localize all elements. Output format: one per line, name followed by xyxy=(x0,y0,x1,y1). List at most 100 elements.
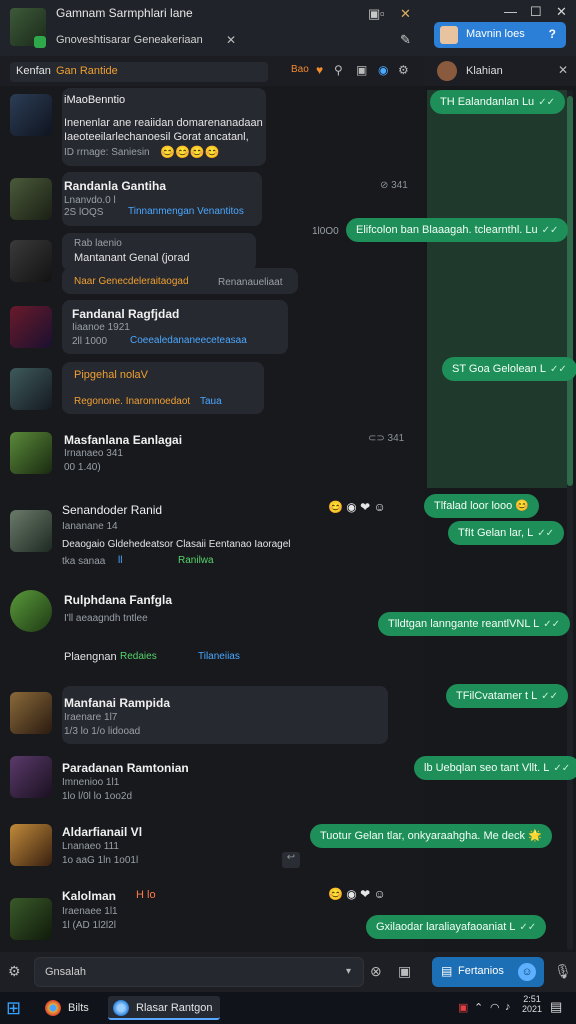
minimize-button[interactable]: — xyxy=(504,4,517,19)
taskbar-app[interactable]: Bilts xyxy=(40,996,104,1020)
maximize-button[interactable]: ☐ xyxy=(530,4,542,20)
outgoing-message[interactable]: TH Ealandanlan Lu ✓✓ xyxy=(430,90,565,114)
message-side-info: ⊘ 341 xyxy=(380,180,408,191)
user-avatar xyxy=(440,26,458,44)
outgoing-message[interactable]: Elifcolon ban Blaaagah. tclearnthl. Lu ✓✓ xyxy=(346,218,569,242)
avatar[interactable] xyxy=(10,590,52,632)
message-author: Senandoder Ranid xyxy=(62,503,163,517)
message-input[interactable]: Gnsalah ▾ xyxy=(34,957,364,987)
close-button[interactable]: ✕ xyxy=(556,4,567,20)
channel-toolbar: Kenfan Gan Rantide Bao ♥ ⚲ ▣ ◉ ⚙ xyxy=(0,56,424,86)
notifications-icon[interactable]: ▤ xyxy=(550,999,562,1015)
chevron-down-icon[interactable]: ▾ xyxy=(346,966,351,977)
avatar[interactable] xyxy=(10,306,52,348)
user-name: Mavnin loes xyxy=(466,28,525,40)
bubble-text: ST Goa Gelolean L xyxy=(452,363,546,375)
message-meta: Iraenare 1l7 xyxy=(64,712,118,723)
emoji-icon[interactable]: ☺ xyxy=(518,963,536,981)
outgoing-message[interactable]: Gxilaodar laraliayafaoaniat L ✓✓ xyxy=(366,915,547,939)
network-icon[interactable]: ⌃ xyxy=(474,1001,483,1014)
pin-icon[interactable]: ⚲ xyxy=(334,63,343,77)
message-link[interactable]: Tilaneiias xyxy=(198,651,240,662)
message-link[interactable]: Coeealedananeeceteasaa xyxy=(130,335,247,346)
lock-icon[interactable]: ▫ xyxy=(380,6,385,21)
message-link[interactable]: Tinnanmengan Venantitos xyxy=(128,206,244,217)
bubble-text: TH Ealandanlan Lu xyxy=(440,96,535,108)
channel-badge: Bao xyxy=(291,64,309,75)
message-author: Masfanlana Eanlagai xyxy=(64,433,183,447)
highlight-column xyxy=(427,90,567,488)
reactions[interactable]: 😊 ◉ ❤ ☺ xyxy=(328,887,386,901)
message-meta: 1lo l/0l lo 1oo2d xyxy=(62,791,133,802)
online-badge xyxy=(34,36,46,48)
avatar[interactable] xyxy=(10,756,52,798)
message-meta: 2S lOQS xyxy=(64,207,104,218)
message-tags: H lo xyxy=(136,889,156,901)
refresh-icon[interactable]: ◉ xyxy=(378,63,388,77)
channel-tab[interactable]: Kenfan Gan Rantide xyxy=(10,62,268,82)
message-author: Rulphdana Fanfgla xyxy=(64,593,172,607)
avatar[interactable] xyxy=(10,368,52,410)
send-button[interactable]: ▤ Fertanios ☺ xyxy=(432,957,544,987)
message-text: Mantanant Genal (jorad xyxy=(74,252,190,264)
avatar[interactable] xyxy=(10,692,52,734)
avatar[interactable] xyxy=(10,510,52,552)
avatar[interactable] xyxy=(10,94,52,136)
close-panel-icon[interactable]: ✕ xyxy=(558,63,568,77)
window-subtitle: Gnoveshtisarar Geneakeriaan xyxy=(56,34,203,46)
message-highlight: Regonone. Inaronnoedaot xyxy=(74,396,191,407)
windows-start-icon[interactable]: ⊞ xyxy=(6,998,26,1018)
read-receipt-icon: ✓✓ xyxy=(537,528,554,539)
message-link[interactable]: Taua xyxy=(200,396,222,407)
bubble-text: Gxilaodar laraliayafaoaniat L xyxy=(376,921,516,933)
wifi-icon[interactable]: ◠ xyxy=(490,1001,500,1014)
image-icon[interactable]: ▣ xyxy=(398,963,411,980)
message-author: Fandanal Ragfjdad xyxy=(72,307,180,321)
clock-time: 2:51 xyxy=(523,994,541,1004)
taskbar-app[interactable]: Rlasar Rantgon xyxy=(108,996,220,1020)
volume-icon[interactable]: ♪ xyxy=(505,1001,511,1013)
microphone-icon[interactable]: 🎙 xyxy=(554,963,572,980)
message-author: Kalolman xyxy=(62,889,117,903)
settings-icon[interactable]: ⚙ xyxy=(398,63,409,77)
system-clock[interactable]: 2:51 2021 xyxy=(520,994,544,1014)
avatar[interactable] xyxy=(10,240,52,282)
outgoing-message[interactable]: Tuotur Gelan tlar, onkyaraahgha. Me deck… xyxy=(310,824,552,848)
heart-icon[interactable]: ♥ xyxy=(316,63,323,77)
outgoing-message[interactable]: TfIt Gelan lar, L ✓✓ xyxy=(448,521,564,545)
outgoing-message[interactable]: Tlldtgan lanngante reantlVNL L ✓✓ xyxy=(378,612,571,636)
read-receipt-icon: ✓✓ xyxy=(543,619,561,630)
avatar[interactable] xyxy=(10,432,52,474)
message-meta: Lnanaeo 111 xyxy=(62,841,119,852)
avatar[interactable] xyxy=(10,178,52,220)
read-receipt-icon: ✓✓ xyxy=(553,763,571,774)
help-icon[interactable]: ? xyxy=(549,27,556,41)
outgoing-message[interactable]: ST Goa Gelolean L ✓✓ xyxy=(442,357,576,381)
outgoing-message[interactable]: TFilCvatamer t L ✓✓ xyxy=(446,684,569,708)
message-author: Aldarfianail Vl xyxy=(62,825,143,839)
reply-icon[interactable]: ↩ xyxy=(282,852,300,868)
attach-icon[interactable]: ⊗ xyxy=(370,963,382,980)
image-icon[interactable]: ▣ xyxy=(356,63,367,77)
message-link[interactable]: ll xyxy=(118,555,122,566)
bubble-text: lb Uebqlan seo tant Vllt. L xyxy=(424,762,550,774)
bubble-text: TFilCvatamer t L xyxy=(456,690,538,702)
scrollbar-thumb[interactable] xyxy=(567,96,573,486)
read-receipt-icon: ✓✓ xyxy=(541,225,559,236)
contact-name: Klahian xyxy=(466,65,503,77)
reactions[interactable]: 😊😊😊😊 xyxy=(160,145,220,159)
tools-icon[interactable]: ✕ xyxy=(400,6,411,22)
tray-alert-icon[interactable]: ▣ xyxy=(458,1001,468,1014)
emoji-icon[interactable]: ⚙ xyxy=(8,963,21,980)
outgoing-message[interactable]: lb Uebqlan seo tant Vllt. L ✓✓ xyxy=(414,756,576,780)
avatar[interactable] xyxy=(10,824,52,866)
reactions[interactable]: 😊 ◉ ❤ ☺ xyxy=(328,500,386,514)
pin-icon[interactable]: ✎ xyxy=(400,32,411,48)
message-meta: ID rrnage: Saniesin xyxy=(64,147,150,158)
title-bar: Gamnam Sarmphlari lane Gnoveshtisarar Ge… xyxy=(0,0,576,56)
mute-icon[interactable]: ✕ xyxy=(226,33,236,47)
user-account-button[interactable]: Mavnin loes ? xyxy=(434,22,566,48)
outgoing-message[interactable]: Tlfalad loor looo 😊 xyxy=(424,494,540,518)
screenshot-icon[interactable]: ▣ xyxy=(368,6,380,22)
avatar[interactable] xyxy=(10,898,52,940)
